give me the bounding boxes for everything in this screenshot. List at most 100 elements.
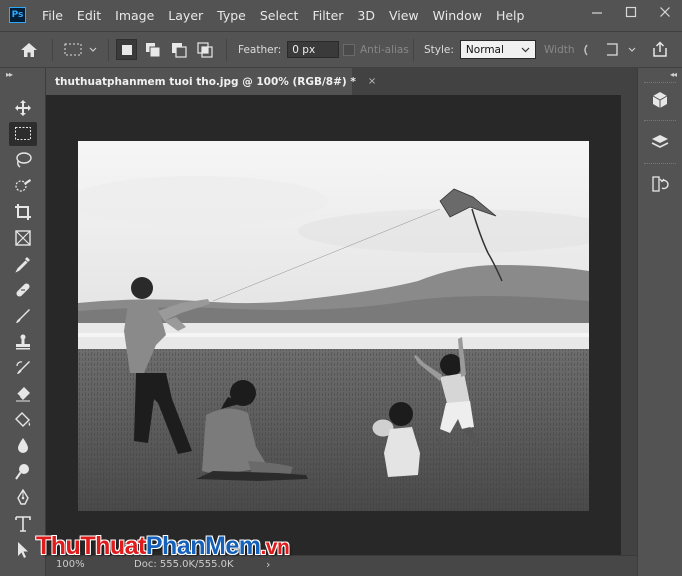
antialias-checkbox[interactable] [343,43,355,56]
document-image[interactable] [78,141,589,511]
select-mask-icon [607,42,636,56]
menu-3d[interactable]: 3D [357,8,375,23]
drop-icon [18,438,28,453]
panel-grip[interactable] [644,120,676,124]
divider [108,39,109,61]
menu-edit[interactable]: Edit [77,8,101,23]
subtract-from-selection-button[interactable] [168,39,189,60]
dodge-icon [15,464,29,480]
width-label: Width [544,43,575,56]
collapse-panels-icon[interactable]: ◂◂ [670,70,677,79]
new-selection-button[interactable] [116,39,137,60]
history-icon [652,176,669,192]
tool-preset-picker[interactable] [63,32,101,67]
eraser-icon [16,387,30,402]
eyedropper-icon [15,257,30,273]
home-icon [21,42,37,57]
watermark-part: Thu [36,532,81,560]
window-controls [580,0,682,26]
home-button[interactable] [20,32,38,67]
menu-image[interactable]: Image [115,8,154,23]
close-tab-icon[interactable]: × [368,76,376,87]
menu-file[interactable]: File [42,8,63,23]
width-field-edge-icon [583,44,588,55]
3d-panel-button[interactable] [647,88,673,112]
width-field[interactable] [581,42,591,58]
new-selection-icon [121,44,132,55]
healing-brush-tool[interactable] [9,278,37,302]
clone-stamp-tool[interactable] [9,330,37,354]
watermark-part: .vn [260,536,290,559]
watermark-part: Mem [205,532,261,560]
watermark-part: Thuat [80,532,146,560]
minimize-button[interactable] [580,0,614,24]
close-window-button[interactable] [648,0,682,24]
watermark-part: Phan [145,532,206,560]
crop-tool[interactable] [9,200,37,224]
rect-marquee-icon [15,127,31,140]
feather-label: Feather: [238,43,282,56]
lasso-tool[interactable] [9,148,37,172]
path-selection-tool[interactable] [9,538,37,562]
dodge-tool[interactable] [9,460,37,484]
move-tool[interactable] [9,96,37,120]
antialias-label: Anti-alias [360,43,409,56]
marquee-tool[interactable] [9,122,37,146]
eraser-tool[interactable] [9,382,37,406]
share-icon [653,41,667,57]
frame-tool[interactable] [9,226,37,250]
menu-select[interactable]: Select [260,8,299,23]
subtract-selection-icon [171,42,187,58]
paint-bucket-tool[interactable] [9,408,37,432]
3d-cube-icon [652,92,668,108]
brush-tool[interactable] [9,304,37,328]
add-selection-icon [145,42,160,57]
history-brush-tool[interactable] [9,356,37,380]
quick-selection-tool[interactable] [9,174,37,198]
menu-window[interactable]: Window [433,8,482,23]
add-to-selection-button[interactable] [142,39,163,60]
select-and-mask-button[interactable] [603,32,641,67]
pen-tool[interactable] [9,486,37,510]
panel-grip[interactable] [644,163,676,167]
photoshop-logo-icon: Ps [9,7,26,23]
menu-view[interactable]: View [389,8,419,23]
lasso-icon [16,152,32,168]
share-button[interactable] [651,32,669,67]
style-select-value: Normal [465,43,504,56]
history-panel-button[interactable] [647,172,673,196]
stamp-icon [16,334,30,350]
maximize-icon [625,6,637,18]
selection-mode-group [116,32,215,67]
vertical-scrollbar[interactable] [621,95,637,555]
collapse-toolbar-icon[interactable]: ▸▸ [6,70,13,79]
document-tab[interactable]: thuthuatphanmem tuoi tho.jpg @ 100% (RGB… [46,68,376,95]
crop-icon [15,204,31,220]
feather-input[interactable] [287,41,340,58]
menu-filter[interactable]: Filter [312,8,343,23]
layers-panel-button[interactable] [647,130,673,154]
blur-tool[interactable] [9,434,37,458]
frame-icon [15,230,31,246]
options-bar: Feather: Anti-alias Style: Normal Width [0,31,682,68]
menu-help[interactable]: Help [496,8,525,23]
intersect-selection-button[interactable] [194,39,215,60]
layers-icon [651,135,669,148]
divider [226,39,227,61]
bandage-icon [16,283,30,297]
intersect-selection-icon [196,41,213,58]
style-select[interactable]: Normal [459,40,536,59]
close-icon [660,7,670,17]
document-tab-strip: thuthuatphanmem tuoi tho.jpg @ 100% (RGB… [46,68,637,95]
menu-type[interactable]: Type [217,8,246,23]
maximize-button[interactable] [614,0,648,24]
menu-layer[interactable]: Layer [168,8,203,23]
document-tab-title: thuthuatphanmem tuoi tho.jpg @ 100% (RGB… [55,75,356,88]
eyedropper-tool[interactable] [9,252,37,276]
main-menu: File Edit Image Layer Type Select Filter… [42,0,538,31]
paint-bucket-icon [15,412,31,427]
width-group: Width [544,32,591,67]
type-tool[interactable] [9,512,37,536]
panel-grip[interactable] [644,82,676,86]
antialias-group: Anti-alias [343,32,409,67]
